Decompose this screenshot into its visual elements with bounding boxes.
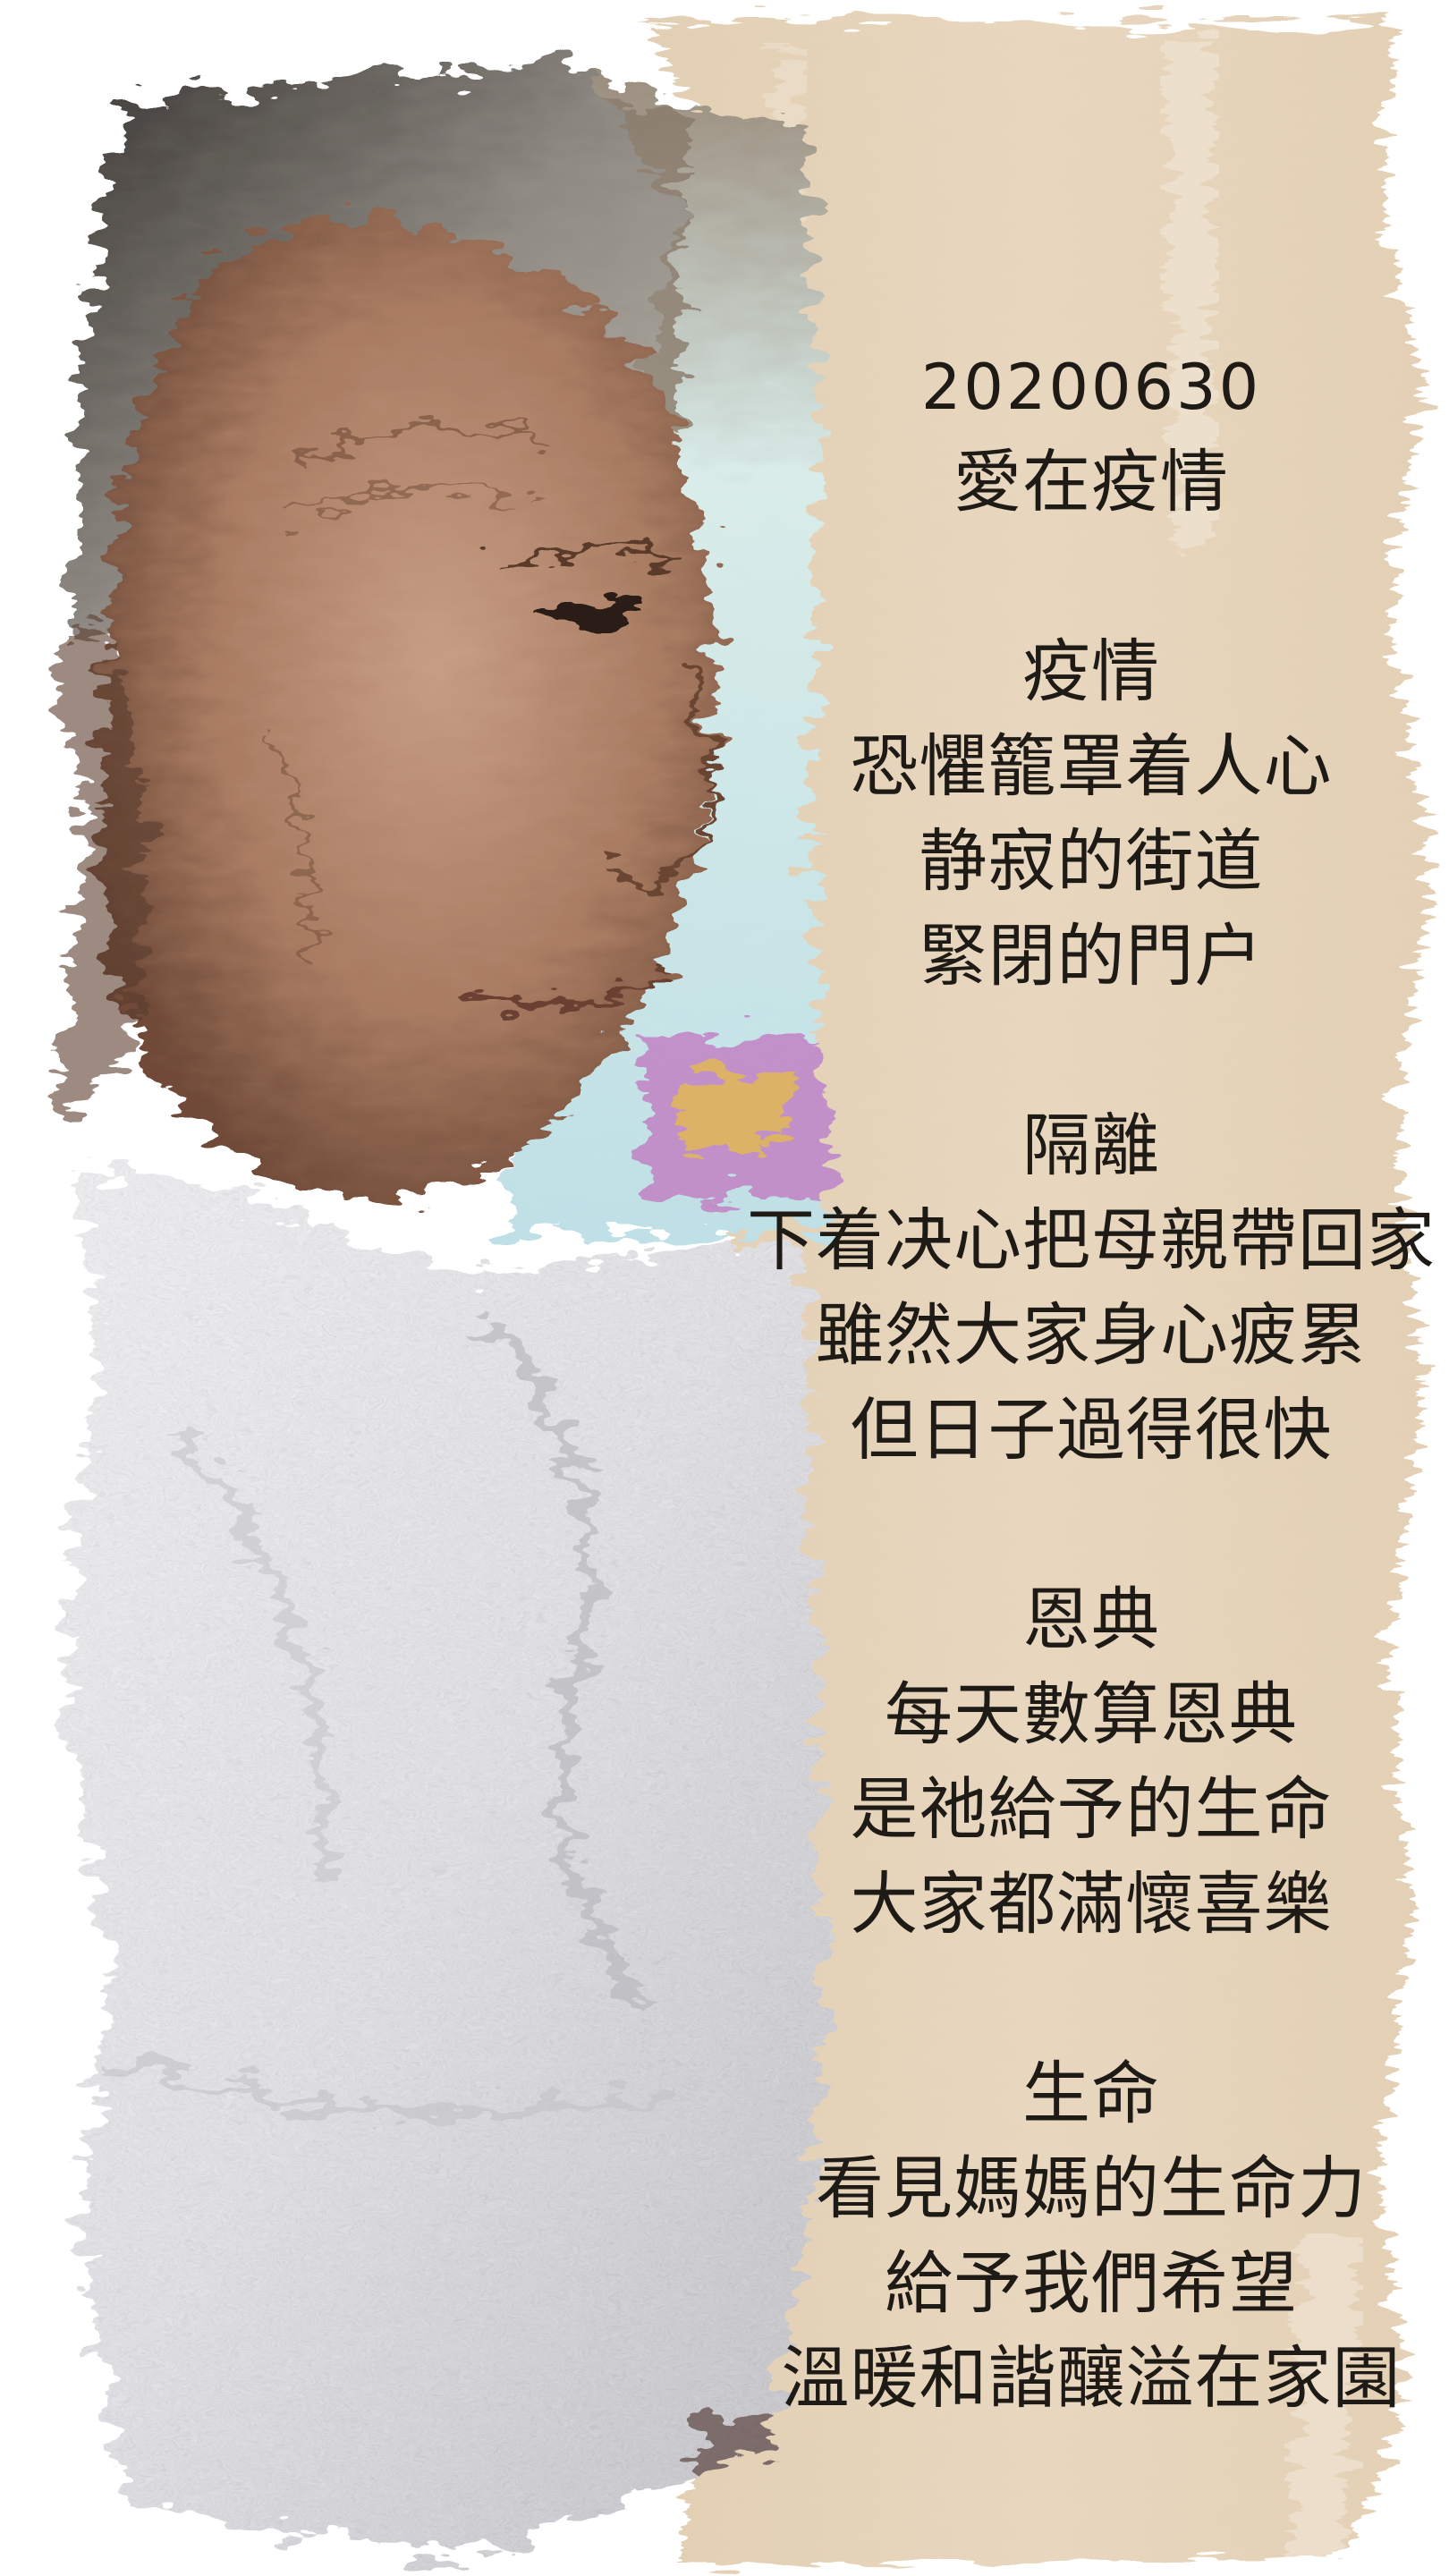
poem-card: 20200630 愛在疫情 疫情 恐懼籠罩着人心 静寂的街道 緊閉的門户 隔離 … bbox=[0, 0, 1449, 2576]
stanza-line: 但日子過得很快 bbox=[850, 1390, 1333, 1470]
stanza-3: 恩典 每天數算恩典 是祂給予的生命 大家都滿懷喜樂 bbox=[733, 1572, 1449, 1952]
stanza-line: 緊閉的門户 bbox=[919, 916, 1264, 996]
stanza-line: 恐懼籠罩着人心 bbox=[850, 726, 1333, 806]
stanza-2: 隔離 下着决心把母親帶回家 雖然大家身心疲累 但日子過得很快 bbox=[733, 1098, 1449, 1478]
stanza-line: 看見媽媽的生命力 bbox=[816, 2148, 1367, 2228]
stanza-line: 大家都滿懷喜樂 bbox=[850, 1864, 1333, 1944]
stanza-heading: 疫情 bbox=[1022, 631, 1160, 711]
stanza-heading: 恩典 bbox=[1022, 1580, 1160, 1659]
stanza-heading: 隔離 bbox=[1022, 1106, 1160, 1185]
stanza-heading: 生命 bbox=[1022, 2054, 1160, 2133]
stanza-spacer bbox=[733, 530, 1449, 624]
stanza-line: 溫暖和諧釀溢在家園 bbox=[781, 2338, 1402, 2418]
stanza-spacer bbox=[733, 1478, 1449, 1572]
stanza-line: 静寂的街道 bbox=[919, 821, 1264, 901]
stanza-1: 疫情 恐懼籠罩着人心 静寂的街道 緊閉的門户 bbox=[733, 624, 1449, 1004]
poem-text: 20200630 愛在疫情 疫情 恐懼籠罩着人心 静寂的街道 緊閉的門户 隔離 … bbox=[733, 340, 1449, 2426]
stanza-line: 下着决心把母親帶回家 bbox=[747, 1200, 1436, 1280]
stanza-line: 是祂給予的生命 bbox=[850, 1769, 1333, 1849]
stanza-spacer bbox=[733, 1004, 1449, 1098]
stanza-line: 每天數算恩典 bbox=[885, 1674, 1298, 1754]
stanza-spacer bbox=[733, 1952, 1449, 2046]
poem-date: 20200630 bbox=[920, 351, 1262, 424]
poem-title: 愛在疫情 bbox=[953, 442, 1229, 521]
stanza-line: 雖然大家身心疲累 bbox=[816, 1295, 1367, 1375]
stanza-line: 給予我們希望 bbox=[885, 2243, 1298, 2323]
stanza-4: 生命 看見媽媽的生命力 給予我們希望 溫暖和諧釀溢在家園 bbox=[733, 2046, 1449, 2426]
